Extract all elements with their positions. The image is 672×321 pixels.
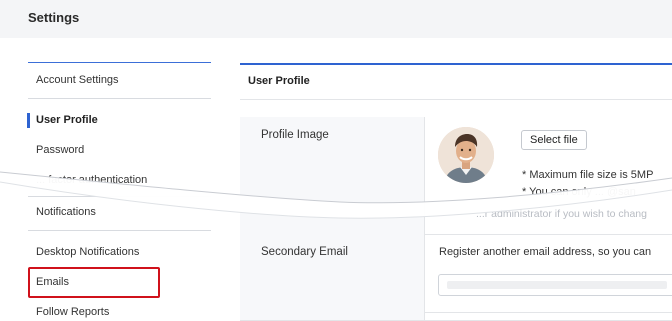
section-header: User Profile <box>240 65 672 100</box>
sidebar-item-desktop-notifications[interactable]: Desktop Notifications <box>36 246 139 258</box>
sidebar-divider <box>28 62 211 63</box>
page-title: Settings <box>28 10 80 25</box>
sidebar-section-notifications[interactable]: Notifications <box>36 206 96 218</box>
select-file-button[interactable]: Select file <box>521 130 587 150</box>
secondary-email-input[interactable] <box>438 274 672 296</box>
input-fill <box>447 281 667 289</box>
profile-image-row: Profile Image Select file * Maximum file… <box>240 117 672 235</box>
active-indicator <box>27 113 30 128</box>
sidebar-item-password[interactable]: Password <box>36 144 84 156</box>
sidebar-divider <box>28 98 211 99</box>
label-cell <box>240 312 425 320</box>
max-size-note: * Maximum file size is 5MP <box>522 169 654 181</box>
profile-image-label: Profile Image <box>261 129 329 141</box>
emails-highlight-box <box>28 267 160 298</box>
label-cell: Profile Image <box>240 117 425 234</box>
settings-header: Settings <box>0 0 672 38</box>
main-panel: User Profile Profile Image Select file *… <box>240 38 672 321</box>
sidebar-item-user-profile[interactable]: User Profile <box>36 114 98 126</box>
sidebar-section-account-settings[interactable]: Account Settings <box>36 74 119 86</box>
admin-note: ...r administrator if you wish to chang <box>476 208 647 220</box>
secondary-email-row: Secondary Email Register another email a… <box>240 234 672 313</box>
secondary-email-description: Register another email address, so you c… <box>439 246 652 258</box>
avatar <box>438 127 494 183</box>
secondary-email-label: Secondary Email <box>261 246 348 258</box>
sidebar-divider <box>28 196 211 197</box>
sidebar-divider <box>28 230 211 231</box>
label-cell: Secondary Email <box>240 234 425 312</box>
sidebar-item-two-factor-authentication[interactable]: ... factor authentication <box>36 174 147 186</box>
sidebar-item-follow-reports[interactable]: Follow Reports <box>36 306 109 318</box>
file-type-note: * You can only ... @san <box>522 186 636 198</box>
section-title: User Profile <box>248 75 310 87</box>
